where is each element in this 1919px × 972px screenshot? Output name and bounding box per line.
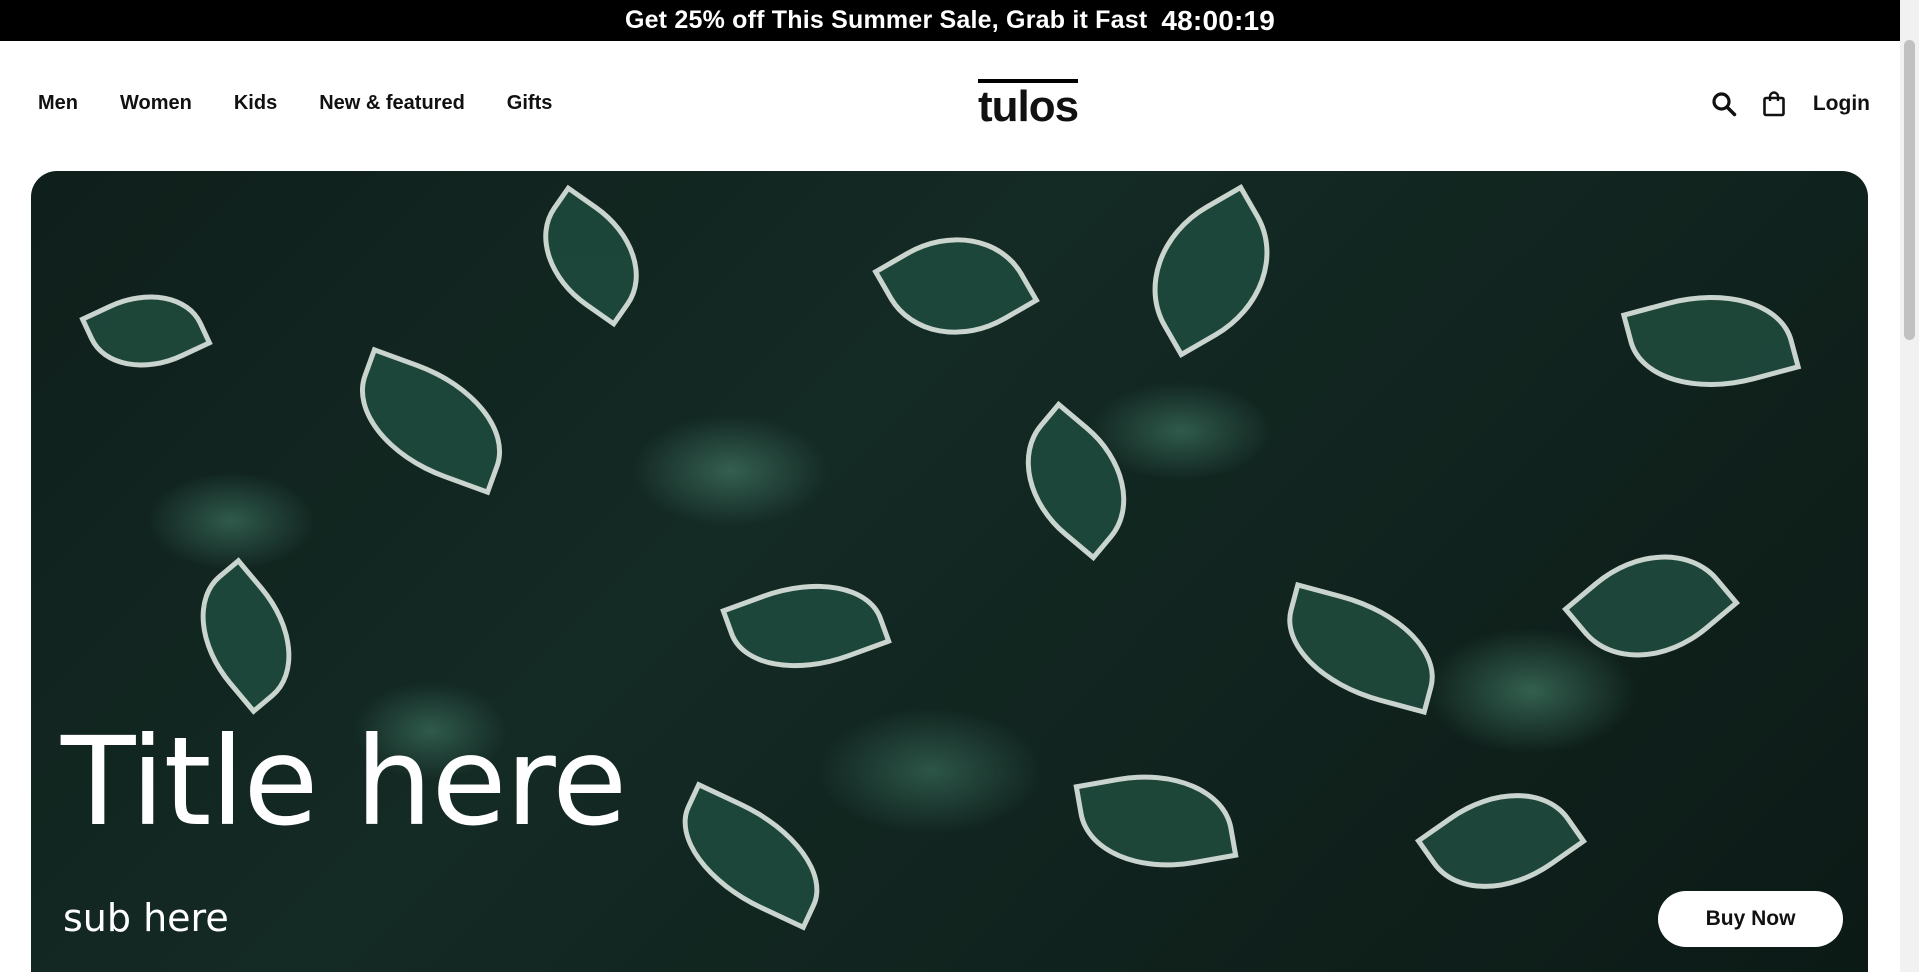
leaf-shape xyxy=(516,184,666,328)
announcement-bar: Get 25% off This Summer Sale, Grab it Fa… xyxy=(0,0,1900,41)
countdown-timer: 48:00:19 xyxy=(1161,4,1276,36)
header-actions: Login xyxy=(1709,89,1870,119)
site-logo[interactable]: tulos xyxy=(978,79,1079,131)
shopping-bag-icon xyxy=(1763,91,1785,117)
leaf-shape xyxy=(1120,184,1302,358)
scrollbar[interactable] xyxy=(1900,0,1919,972)
leaf-shape xyxy=(1073,758,1239,884)
leaf-shape xyxy=(169,557,323,715)
nav-item-women[interactable]: Women xyxy=(120,92,192,115)
hero-title: Title here xyxy=(61,711,627,853)
main-nav: Men Women Kids New & featured Gifts xyxy=(38,92,594,115)
nav-item-new-featured[interactable]: New & featured xyxy=(319,92,465,115)
leaf-shape xyxy=(994,400,1158,562)
search-icon xyxy=(1712,92,1737,117)
leaf-shape xyxy=(659,781,843,931)
leaf-shape xyxy=(79,271,213,391)
leaf-shape xyxy=(1562,518,1740,694)
hero-banner: Title here sub here Buy Now xyxy=(31,171,1868,972)
scrollbar-thumb[interactable] xyxy=(1904,40,1915,340)
leaf-shape xyxy=(1271,581,1451,716)
leaf-shape xyxy=(1620,271,1802,411)
search-button[interactable] xyxy=(1709,89,1739,119)
login-link[interactable]: Login xyxy=(1813,92,1870,116)
nav-item-gifts[interactable]: Gifts xyxy=(507,92,553,115)
site-header: Men Women Kids New & featured Gifts tulo… xyxy=(0,41,1900,171)
leaf-shape xyxy=(872,205,1040,367)
leaf-shape xyxy=(338,346,524,496)
cart-button[interactable] xyxy=(1759,89,1789,119)
leaf-shape xyxy=(1414,759,1588,923)
hero-subtitle: sub here xyxy=(63,896,229,940)
leaf-shape xyxy=(720,558,892,694)
logo-text: tulos xyxy=(978,82,1079,131)
nav-item-men[interactable]: Men xyxy=(38,92,78,115)
buy-now-button[interactable]: Buy Now xyxy=(1658,891,1843,947)
nav-item-kids[interactable]: Kids xyxy=(234,92,277,115)
announcement-text: Get 25% off This Summer Sale, Grab it Fa… xyxy=(624,6,1148,34)
